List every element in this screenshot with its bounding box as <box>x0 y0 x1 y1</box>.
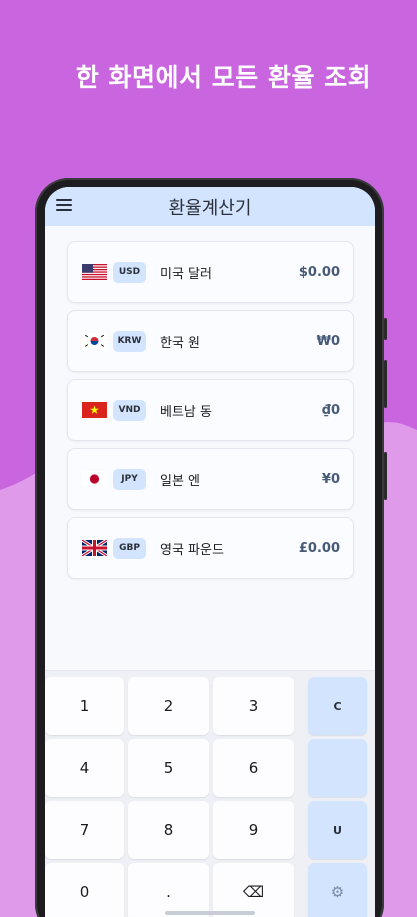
app-screen: 환율계산기 USD 미국 달러 $0.00 KRW 한국 원 ₩0 VND 베트… <box>45 187 375 917</box>
currency-row-gbp[interactable]: GBP 영국 파운드 £0.00 <box>67 517 354 579</box>
app-title: 환율계산기 <box>168 197 252 219</box>
currency-code: VND <box>113 399 146 421</box>
key-1[interactable]: 1 <box>45 677 124 735</box>
currency-amount: ₫0 <box>321 402 340 418</box>
settings-icon[interactable]: ⚙ <box>308 863 367 917</box>
keypad: 1 2 3 C 4 5 6 7 8 9 U 0 . ⌫ ⚙ <box>45 670 375 917</box>
phone-side-button <box>384 360 387 408</box>
phone-side-button <box>384 452 387 500</box>
currency-code: USD <box>113 261 146 283</box>
key-6[interactable]: 6 <box>213 739 294 797</box>
currency-row-jpy[interactable]: JPY 일본 엔 ¥0 <box>67 448 354 510</box>
currency-name: 일본 엔 <box>160 473 201 489</box>
currency-list: USD 미국 달러 $0.00 KRW 한국 원 ₩0 VND 베트남 동 ₫0… <box>67 241 354 586</box>
u-button[interactable]: U <box>308 801 367 859</box>
currency-name: 영국 파운드 <box>160 542 224 558</box>
backspace-icon[interactable]: ⌫ <box>213 863 294 917</box>
gb-flag-icon <box>82 540 107 556</box>
key-8[interactable]: 8 <box>128 801 209 859</box>
currency-name: 베트남 동 <box>160 404 212 420</box>
us-flag-icon <box>82 264 107 280</box>
currency-amount: £0.00 <box>298 540 340 556</box>
currency-amount: ¥0 <box>321 471 340 487</box>
key-7[interactable]: 7 <box>45 801 124 859</box>
promo-headline: 한 화면에서 모든 환율 조회 <box>75 63 372 92</box>
key-5[interactable]: 5 <box>128 739 209 797</box>
currency-name: 한국 원 <box>160 335 201 351</box>
currency-amount: $0.00 <box>298 264 340 280</box>
clear-button[interactable]: C <box>308 677 367 735</box>
currency-row-krw[interactable]: KRW 한국 원 ₩0 <box>67 310 354 372</box>
app-bar: 환율계산기 <box>45 187 375 226</box>
key-4[interactable]: 4 <box>45 739 124 797</box>
phone-side-button <box>384 318 387 340</box>
key-2[interactable]: 2 <box>128 677 209 735</box>
currency-name: 미국 달러 <box>160 266 212 282</box>
currency-code: KRW <box>113 330 146 352</box>
currency-code: GBP <box>113 537 146 559</box>
menu-icon[interactable] <box>56 199 72 211</box>
key-0[interactable]: 0 <box>45 863 124 917</box>
kr-flag-icon <box>82 333 107 349</box>
currency-amount: ₩0 <box>316 333 340 349</box>
home-indicator <box>165 911 255 915</box>
vn-flag-icon <box>82 402 107 418</box>
currency-row-vnd[interactable]: VND 베트남 동 ₫0 <box>67 379 354 441</box>
function-key-blank[interactable] <box>308 739 367 797</box>
currency-row-usd[interactable]: USD 미국 달러 $0.00 <box>67 241 354 303</box>
currency-code: JPY <box>113 468 146 490</box>
key-3[interactable]: 3 <box>213 677 294 735</box>
jp-flag-icon <box>82 471 107 487</box>
key-dot[interactable]: . <box>128 863 209 917</box>
key-9[interactable]: 9 <box>213 801 294 859</box>
